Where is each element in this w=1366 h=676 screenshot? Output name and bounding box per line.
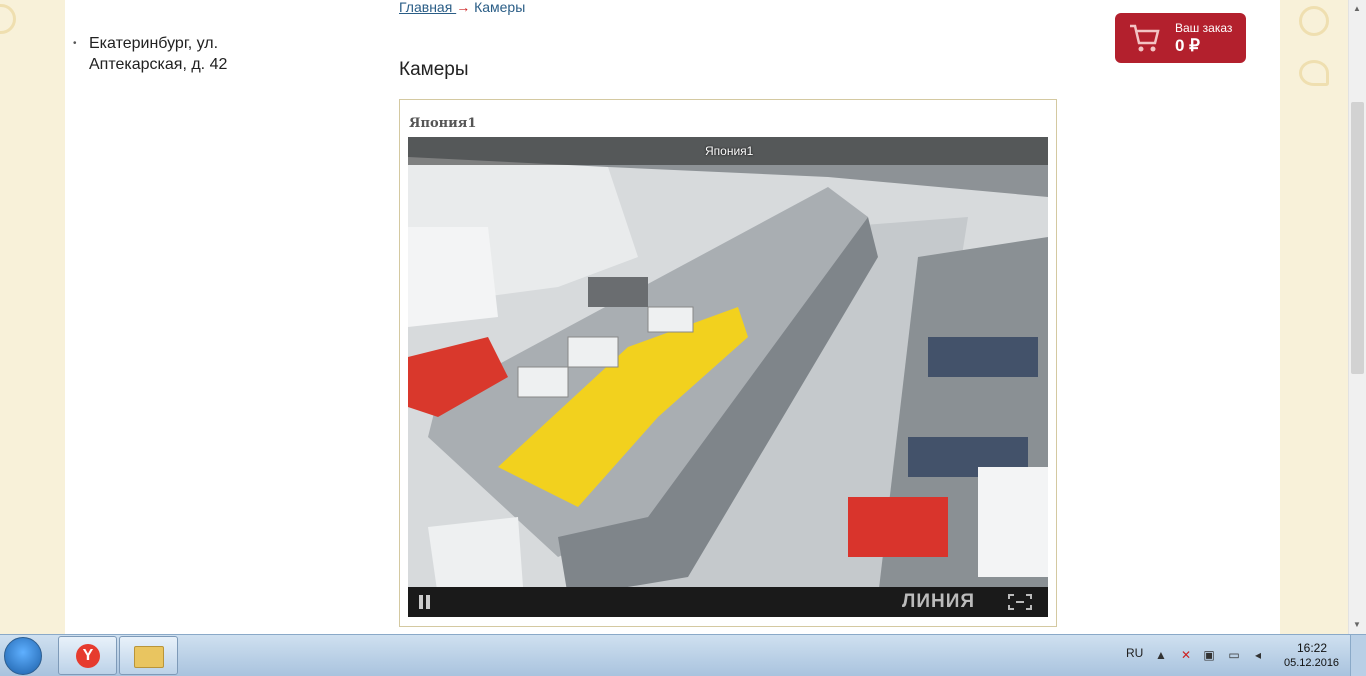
- camera-name: Япония1: [409, 116, 477, 131]
- breadcrumb-home-link[interactable]: Главная: [399, 0, 456, 15]
- clock-date[interactable]: 05.12.2016: [1284, 657, 1339, 669]
- volume-icon[interactable]: ◂: [1251, 648, 1265, 662]
- video-controls: ЛИНИЯ: [408, 587, 1048, 617]
- breadcrumb-arrow-icon: →: [456, 0, 471, 15]
- cart-total: 0 ₽: [1175, 36, 1200, 55]
- background-pattern-right: [1280, 0, 1348, 634]
- cart-button[interactable]: Ваш заказ 0 ₽: [1115, 13, 1246, 63]
- language-indicator[interactable]: RU: [1126, 646, 1143, 660]
- background-pattern-left: [0, 0, 65, 634]
- shopping-cart-icon: [1130, 24, 1160, 52]
- scroll-up-arrow-icon[interactable]: ▲: [1353, 4, 1361, 13]
- vertical-scrollbar[interactable]: ▲ ▼: [1348, 0, 1366, 634]
- tray-expand-icon[interactable]: ▲: [1154, 648, 1168, 662]
- folder-icon: [134, 646, 164, 668]
- page-title: Камеры: [399, 59, 469, 80]
- windows-taskbar: Y RU ▲ ✕ ▣ ▭ ◂ 16:22 05.12.2016: [0, 634, 1366, 676]
- video-overlay-caption: Япония1: [705, 144, 754, 158]
- breadcrumb: Главная → Камеры: [399, 0, 525, 15]
- show-desktop-button[interactable]: [1350, 635, 1366, 676]
- fullscreen-icon[interactable]: [1008, 594, 1032, 610]
- start-button[interactable]: [4, 637, 42, 675]
- clock-time[interactable]: 16:22: [1297, 641, 1327, 655]
- breadcrumb-current: Камеры: [474, 0, 526, 15]
- cart-label: Ваш заказ: [1175, 21, 1233, 35]
- camera-panel: Япония1 Япония1 ЛИНИЯ: [399, 99, 1057, 627]
- taskbar-file-explorer[interactable]: [119, 636, 178, 675]
- kitchen-camera-image: [408, 137, 1048, 617]
- bullet-icon: •: [73, 38, 77, 49]
- brand-logo: ЛИНИЯ: [902, 591, 976, 612]
- network-error-icon[interactable]: ✕: [1179, 648, 1193, 662]
- yandex-browser-icon: Y: [76, 644, 100, 668]
- camera-video-stream[interactable]: Япония1 ЛИНИЯ: [408, 137, 1048, 617]
- monitor-icon[interactable]: ▭: [1227, 648, 1241, 662]
- address-text: Екатеринбург, ул. Аптекарская, д. 42: [89, 35, 228, 73]
- pause-icon[interactable]: [419, 595, 431, 609]
- scroll-down-arrow-icon[interactable]: ▼: [1353, 620, 1361, 629]
- address-list-item: • Екатеринбург, ул. Аптекарская, д. 42: [73, 33, 289, 75]
- page-content: • Екатеринбург, ул. Аптекарская, д. 42 Г…: [65, 0, 1280, 634]
- clipboard-icon[interactable]: ▣: [1202, 648, 1216, 662]
- taskbar-yandex-browser[interactable]: Y: [58, 636, 117, 675]
- scroll-thumb[interactable]: [1351, 102, 1364, 374]
